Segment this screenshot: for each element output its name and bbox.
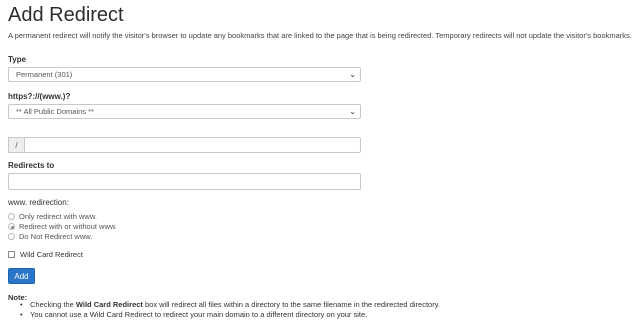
domain-select-value: ** All Public Domains **	[16, 107, 94, 116]
note-item-text: Checking the	[30, 300, 76, 309]
chevron-down-icon: ⌄	[349, 107, 356, 116]
radio-do-not-redirect-www[interactable]: Do Not Redirect www.	[8, 232, 92, 241]
radio-button[interactable]	[8, 213, 15, 220]
radio-label: Do Not Redirect www.	[19, 232, 93, 241]
radio-label: Only redirect with www.	[19, 212, 97, 221]
note-item: Checking the Wild Card Redirect box will…	[20, 300, 440, 310]
radio-with-or-without-www[interactable]: Redirect with or without www.	[8, 222, 117, 231]
radio-button[interactable]	[8, 233, 15, 240]
domain-select[interactable]: ** All Public Domains ** ⌄	[8, 104, 361, 119]
domain-label: https?://(www.)?	[8, 92, 71, 101]
wildcard-label: Wild Card Redirect	[20, 250, 83, 259]
page-title: Add Redirect	[8, 4, 124, 26]
add-button[interactable]: Add	[8, 268, 35, 284]
path-input-group: /	[8, 137, 361, 153]
redirects-to-label: Redirects to	[8, 161, 55, 170]
note-item-text: box will redirect all files within a dir…	[142, 300, 440, 309]
note-item-bold: Wild Card Redirect	[75, 300, 143, 309]
note-item: You cannot use a Wild Card Redirect to r…	[20, 310, 440, 320]
www-redirection-label: www. redirection:	[8, 198, 69, 207]
path-input[interactable]	[24, 137, 361, 153]
radio-label: Redirect with or without www.	[19, 222, 117, 231]
wildcard-checkbox[interactable]	[8, 251, 15, 258]
note-list: Checking the Wild Card Redirect box will…	[20, 300, 440, 320]
radio-only-with-www[interactable]: Only redirect with www.	[8, 212, 97, 221]
add-redirect-page: Add Redirect A permanent redirect will n…	[0, 0, 644, 328]
chevron-down-icon: ⌄	[349, 70, 356, 79]
path-prefix: /	[8, 137, 24, 153]
redirects-to-input[interactable]	[8, 173, 361, 190]
type-label: Type	[8, 55, 27, 64]
type-select[interactable]: Permanent (301) ⌄	[8, 67, 361, 82]
wildcard-redirect-option[interactable]: Wild Card Redirect	[8, 250, 83, 259]
type-select-value: Permanent (301)	[16, 70, 73, 79]
page-description: A permanent redirect will notify the vis…	[8, 31, 632, 40]
radio-button[interactable]	[8, 223, 15, 230]
